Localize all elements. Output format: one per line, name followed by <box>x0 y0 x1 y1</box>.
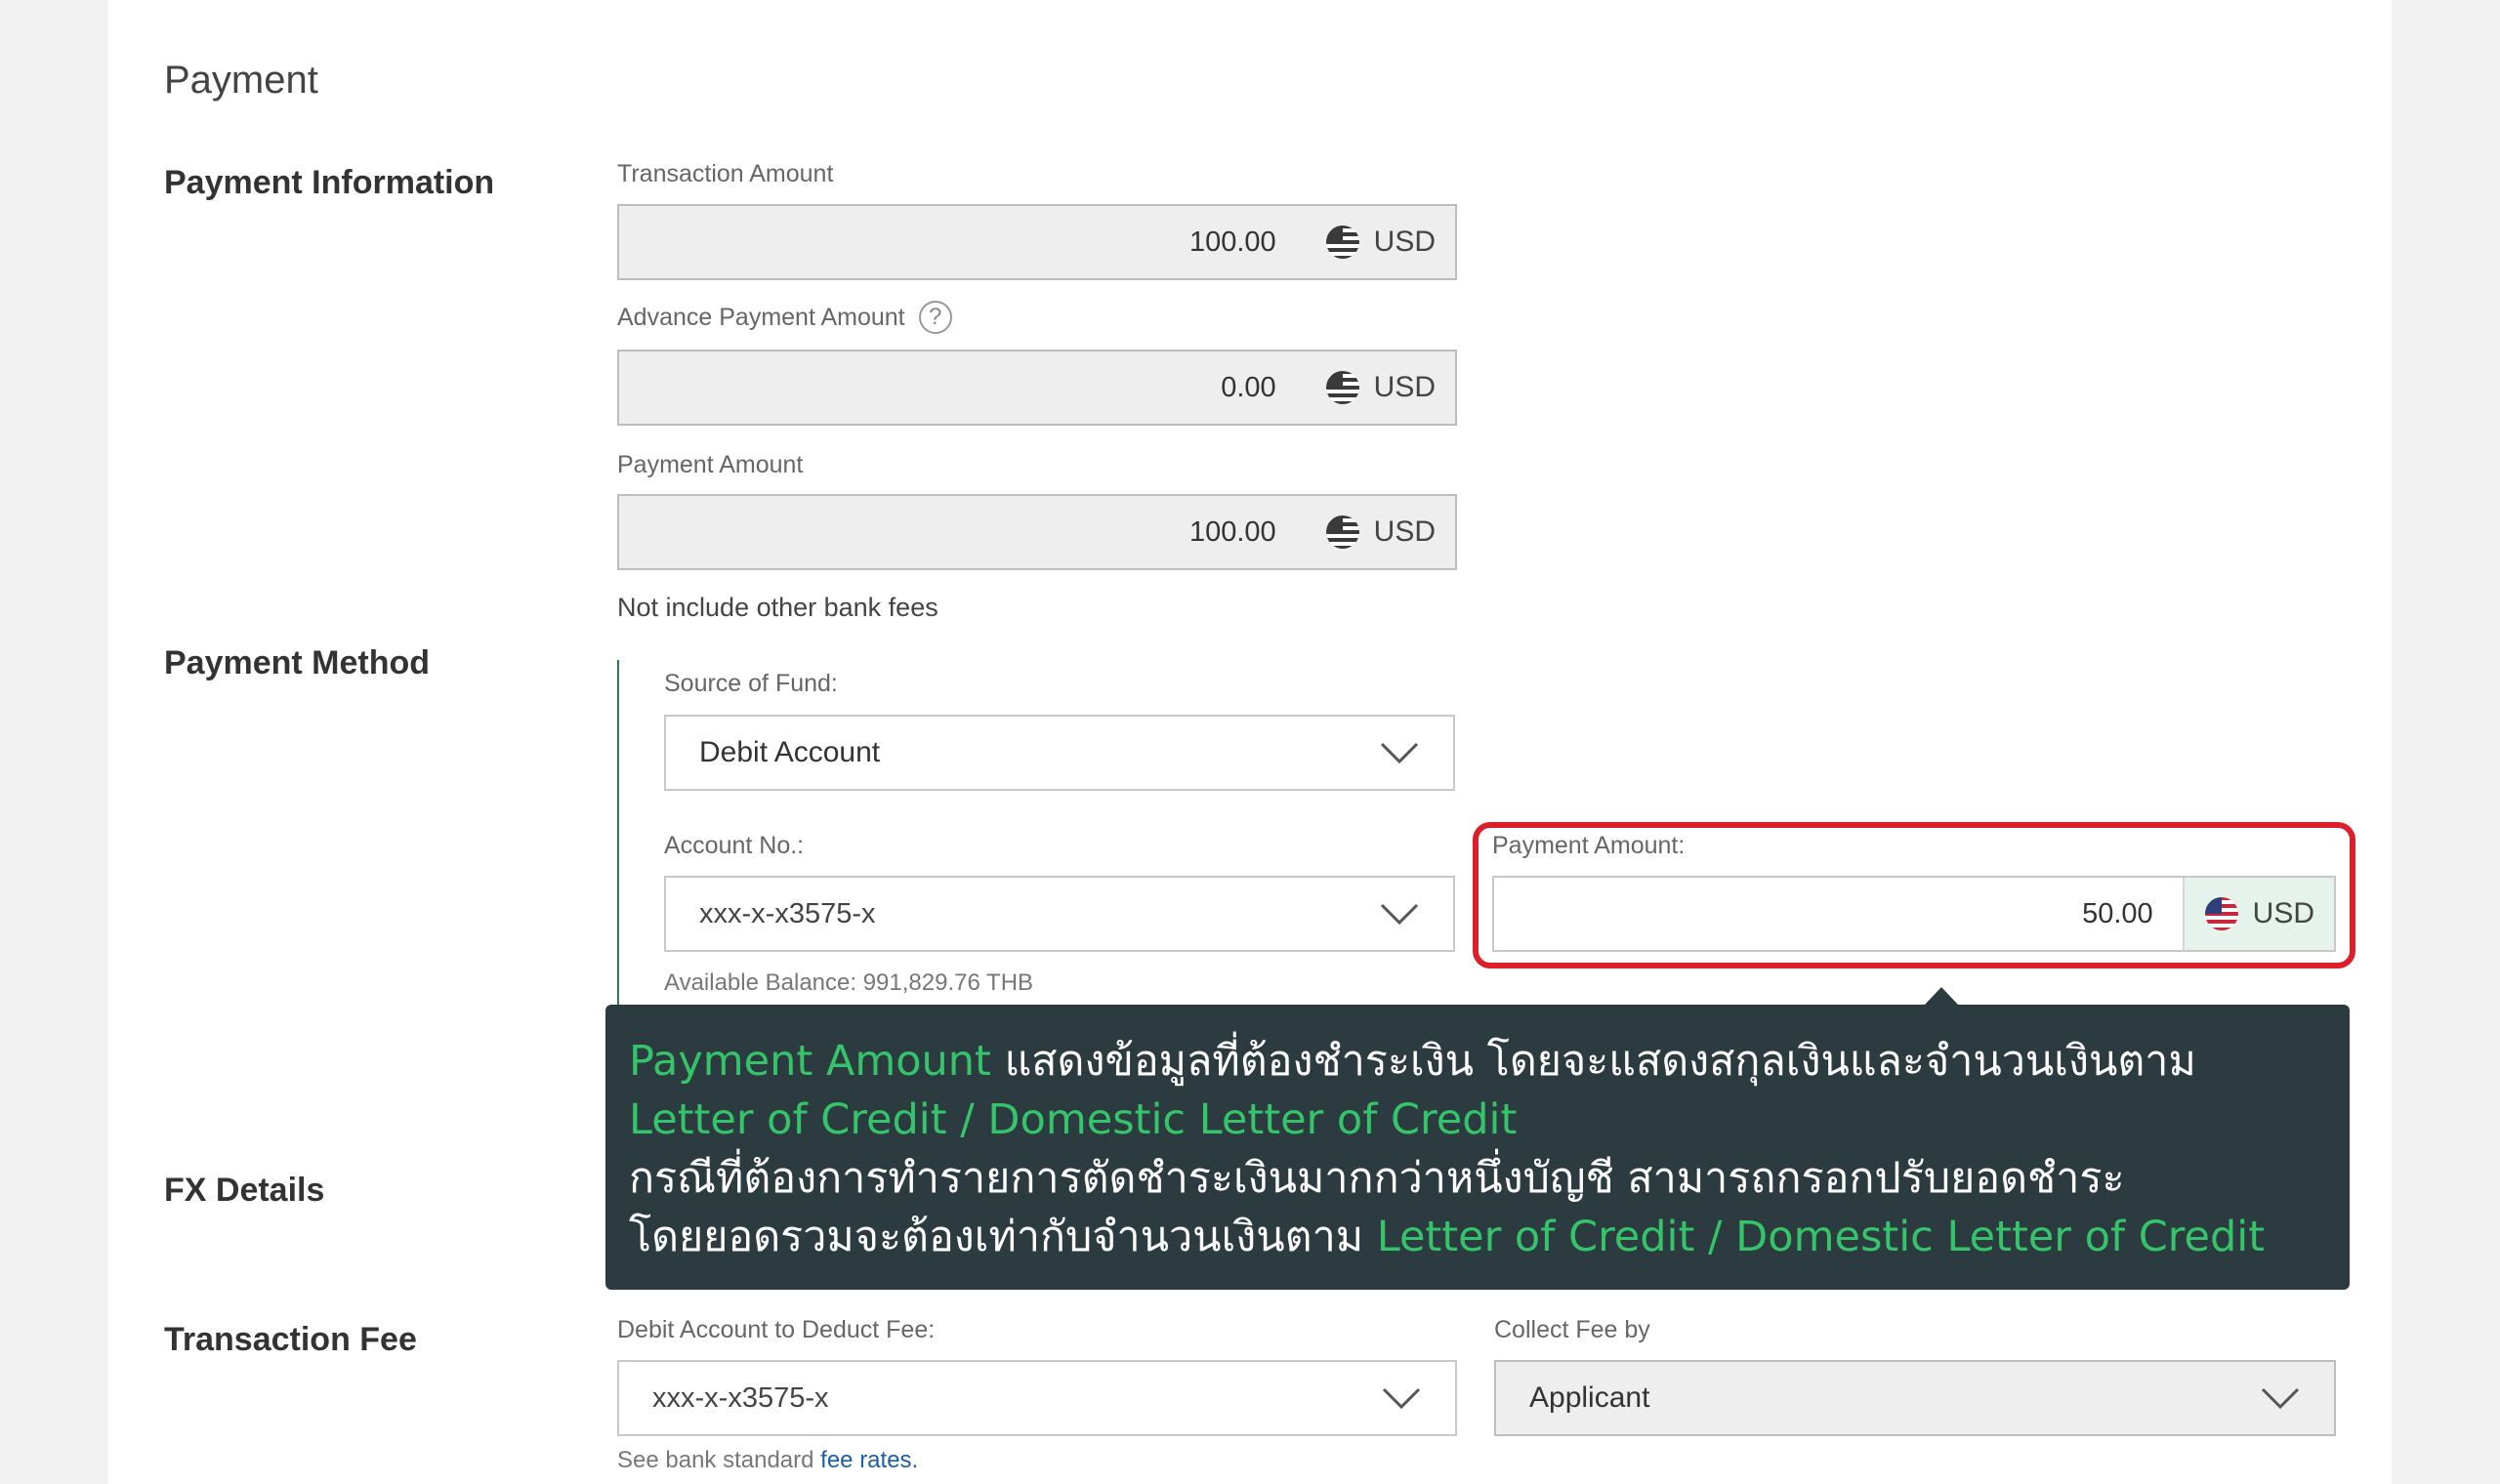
method-payment-amount-label: Payment Amount: <box>1492 832 1686 859</box>
transaction-amount-field: 100.00 USD <box>617 204 1457 280</box>
collect-fee-by-value: Applicant <box>1529 1381 1650 1414</box>
source-of-fund-label: Source of Fund: <box>664 670 838 697</box>
fee-rates-link[interactable]: fee rates. <box>820 1447 918 1473</box>
method-payment-amount-input[interactable]: 50.00 USD <box>1492 876 2336 952</box>
payment-amount-currency: USD <box>1325 496 1455 568</box>
page-title: Payment <box>164 59 318 102</box>
debit-account-fee-label: Debit Account to Deduct Fee: <box>617 1316 936 1343</box>
account-no-label: Account No.: <box>664 832 805 859</box>
payment-amount-tooltip: Payment Amount แสดงข้อมูลที่ต้องชำระเงิน… <box>605 1005 2350 1290</box>
section-title-transaction-fee: Transaction Fee <box>164 1321 417 1358</box>
tooltip-arrow <box>1924 987 1959 1006</box>
payment-amount-field: 100.00 USD <box>617 494 1457 570</box>
advance-payment-label-row: Advance Payment Amount ? <box>617 301 952 334</box>
payment-amount-value: 100.00 <box>1188 515 1276 548</box>
bank-fees-note: Not include other bank fees <box>617 593 938 622</box>
currency-code: USD <box>2252 897 2314 929</box>
debit-account-fee-value: xxx-x-x3575-x <box>652 1381 829 1414</box>
section-title-payment-information: Payment Information <box>164 164 495 201</box>
us-flag-icon <box>2204 896 2239 931</box>
transaction-amount-value: 100.00 <box>1188 226 1276 258</box>
section-title-payment-method: Payment Method <box>164 644 431 681</box>
currency-code: USD <box>1373 371 1436 403</box>
transaction-amount-currency: USD <box>1325 206 1455 278</box>
debit-account-fee-select[interactable]: xxx-x-x3575-x <box>617 1360 1457 1436</box>
chevron-down-icon <box>1379 740 1420 765</box>
transaction-amount-label: Transaction Amount <box>617 160 834 187</box>
collect-fee-by-select[interactable]: Applicant <box>1494 1360 2336 1436</box>
help-circle-icon[interactable]: ? <box>918 301 952 334</box>
collect-fee-by-label: Collect Fee by <box>1494 1316 1650 1343</box>
section-title-fx-details: FX Details <box>164 1172 325 1209</box>
method-payment-amount-value: 50.00 <box>2082 897 2153 929</box>
tooltip-line-4: โดยยอดรวมจะต้องเท่ากับจำนวนเงินตาม Lette… <box>629 1213 2266 1261</box>
tooltip-line-1: Payment Amount แสดงข้อมูลที่ต้องชำระเงิน… <box>629 1037 2196 1086</box>
account-no-select[interactable]: xxx-x-x3575-x <box>664 876 1455 952</box>
tooltip-line-2: Letter of Credit / Domestic Letter of Cr… <box>629 1095 1518 1144</box>
advance-payment-amount-label: Advance Payment Amount <box>617 303 905 331</box>
chevron-down-icon <box>1381 1385 1422 1411</box>
advance-payment-amount-field: 0.00 USD <box>617 350 1457 426</box>
currency-code: USD <box>1373 515 1436 548</box>
tooltip-line-3: กรณีที่ต้องการทำรายการตัดชำระเงินมากกว่า… <box>629 1154 2125 1203</box>
source-of-fund-value: Debit Account <box>699 736 881 768</box>
method-payment-currency: USD <box>2182 878 2334 950</box>
available-balance: Available Balance: 991,829.76 THB <box>664 969 1034 996</box>
advance-payment-currency: USD <box>1325 351 1455 424</box>
payment-method-divider <box>617 660 619 1011</box>
us-flag-icon <box>1325 515 1360 550</box>
advance-payment-amount-value: 0.00 <box>1221 371 1276 403</box>
us-flag-icon <box>1325 370 1360 405</box>
payment-amount-label: Payment Amount <box>617 451 804 478</box>
currency-code: USD <box>1373 226 1436 258</box>
chevron-down-icon <box>2260 1385 2301 1411</box>
chevron-down-icon <box>1379 901 1420 927</box>
us-flag-icon <box>1325 225 1360 260</box>
fee-rates-note: See bank standard fee rates. <box>617 1447 919 1473</box>
source-of-fund-select[interactable]: Debit Account <box>664 715 1455 791</box>
account-no-value: xxx-x-x3575-x <box>699 897 876 929</box>
